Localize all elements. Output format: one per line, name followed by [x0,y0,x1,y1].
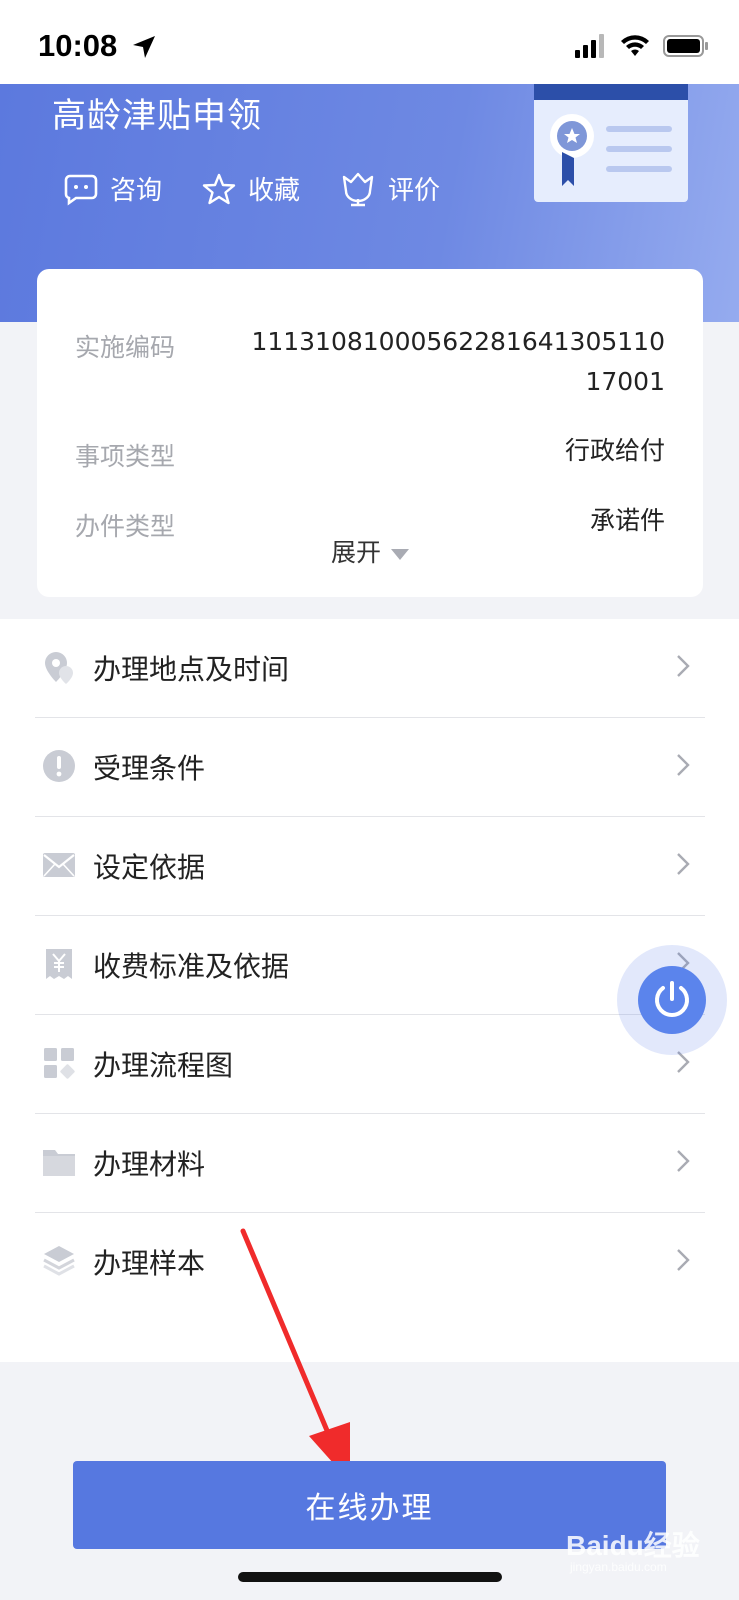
chevron-right-icon [677,1150,690,1172]
menu-label: 办理材料 [93,1148,206,1181]
menu-item-fee-standards[interactable]: 收费标准及依据 [35,916,705,1015]
layers-icon [43,1246,75,1276]
menu-item-materials[interactable]: 办理材料 [35,1114,705,1213]
chat-icon [64,174,98,206]
folder-icon [43,1150,75,1176]
menu-label: 受理条件 [93,752,206,785]
watermark-sub: jingyan.baidu.com [570,1560,667,1574]
favorite-button[interactable]: 收藏 [202,170,300,207]
yuan-receipt-icon [46,949,72,979]
info-card: 实施编码 11131081000562281641305110 17001 事项… [37,269,703,597]
chevron-right-icon [677,1249,690,1271]
info-row-code: 实施编码 11131081000562281641305110 17001 [75,327,665,408]
grid-icon [44,1048,75,1079]
expand-toggle[interactable]: 展开 [37,533,703,569]
menu-item-flowchart[interactable]: 办理流程图 [35,1015,705,1114]
rate-label: 评价 [388,176,441,206]
info-label: 实施编码 [75,333,176,362]
menu-item-legal-basis[interactable]: 设定依据 [35,817,705,916]
code-line-2: 17001 [585,367,665,396]
battery-icon [663,35,708,57]
tulip-icon [342,172,374,206]
location-arrow-icon [133,36,155,58]
menu-item-samples[interactable]: 办理样本 [35,1213,705,1312]
consult-label: 咨询 [110,176,163,206]
certificate-illustration [534,84,688,202]
baidu-watermark: Baidu经验 jingyan.baidu.com [566,1524,716,1580]
signal-icon [575,34,604,58]
menu-label: 办理样本 [93,1247,206,1280]
chevron-right-icon [677,754,690,776]
menu-label: 办理流程图 [93,1049,234,1082]
info-value: 11131081000562281641305110 17001 [251,322,665,402]
caret-down-icon [391,548,409,560]
floating-assistant-button[interactable] [617,945,727,1055]
menu-label: 办理地点及时间 [93,653,290,686]
header-actions: 咨询 收藏 评价 [64,170,480,207]
info-value: 行政给付 [564,436,665,465]
location-icon [45,652,73,684]
power-icon [655,981,689,1017]
consult-button[interactable]: 咨询 [64,170,162,207]
status-icons [575,32,709,60]
page-title: 高龄津贴申领 [52,96,262,136]
chevron-right-icon [677,853,690,875]
menu-label: 收费标准及依据 [93,950,290,983]
menu-label: 设定依据 [93,851,206,884]
online-apply-label: 在线办理 [305,1491,434,1526]
alert-icon [43,750,75,782]
status-bar: 10:08 [0,0,739,84]
favorite-label: 收藏 [248,176,301,206]
wifi-icon [621,35,649,56]
code-line-1: 11131081000562281641305110 [251,327,665,356]
home-indicator[interactable] [238,1572,502,1582]
star-icon [202,173,236,204]
info-row-type: 事项类型 行政给付 [75,436,665,477]
menu-item-acceptance-conditions[interactable]: 受理条件 [35,718,705,817]
mail-icon [43,853,75,877]
status-time: 10:08 [38,28,118,63]
chevron-right-icon [677,655,690,677]
floating-button-core [638,966,706,1034]
watermark-main: Baidu经验 [566,1530,700,1561]
menu-item-location-time[interactable]: 办理地点及时间 [35,619,705,718]
info-label: 事项类型 [75,442,176,471]
expand-label: 展开 [330,538,381,567]
rate-button[interactable]: 评价 [340,170,440,207]
